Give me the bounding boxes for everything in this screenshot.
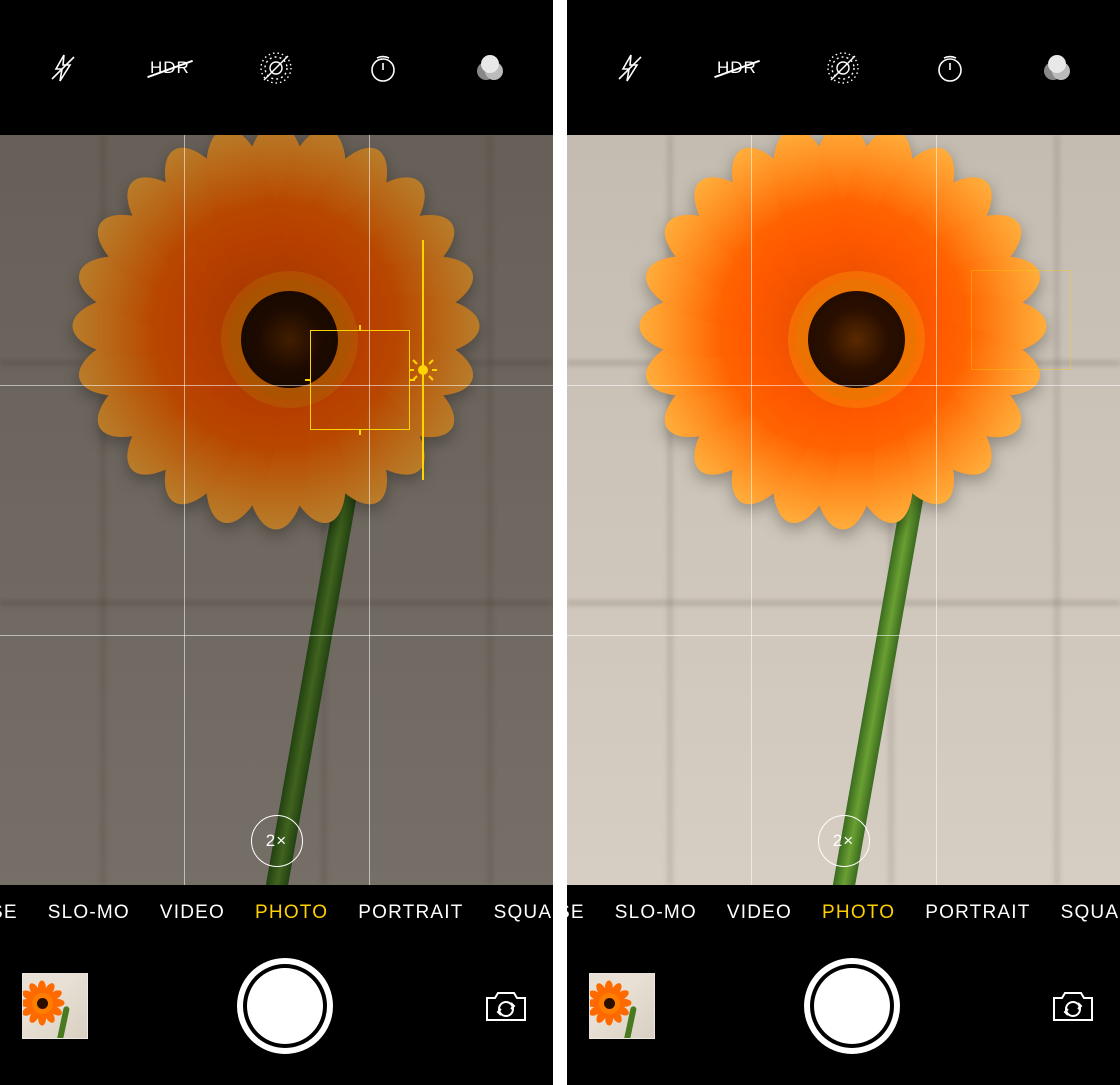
hdr-off-icon[interactable]: HDR — [150, 48, 190, 88]
timer-icon[interactable] — [930, 48, 970, 88]
mode-carousel[interactable]: SE SLO-MO VIDEO PHOTO PORTRAIT SQUARE — [0, 885, 553, 941]
focus-indicator[interactable] — [310, 330, 410, 430]
zoom-toggle[interactable]: 2× — [251, 815, 303, 867]
zoom-label: 2× — [833, 831, 854, 851]
filters-icon[interactable] — [470, 48, 510, 88]
zoom-label: 2× — [266, 831, 287, 851]
viewfinder[interactable]: 2× — [0, 135, 553, 885]
bottom-controls: SE SLO-MO VIDEO PHOTO PORTRAIT SQUARE — [0, 885, 553, 1085]
last-photo-thumbnail[interactable] — [589, 973, 655, 1039]
shutter-button[interactable] — [237, 958, 333, 1054]
grid-line — [0, 385, 553, 386]
hdr-off-icon[interactable]: HDR — [717, 48, 757, 88]
exposure-dark-overlay — [0, 135, 553, 885]
mode-carousel[interactable]: SE SLO-MO VIDEO PHOTO PORTRAIT SQUARE — [567, 885, 1120, 941]
last-photo-thumbnail[interactable] — [22, 973, 88, 1039]
grid-line — [936, 135, 937, 885]
switch-camera-button[interactable] — [1048, 986, 1098, 1026]
focus-indicator-faint[interactable] — [971, 270, 1071, 370]
top-controls: HDR — [0, 0, 553, 135]
sun-icon — [409, 356, 437, 384]
mode-item[interactable]: SQUARE — [1061, 902, 1120, 924]
mode-item[interactable]: SLO-MO — [48, 902, 130, 924]
mode-item[interactable]: PORTRAIT — [358, 902, 463, 924]
switch-camera-button[interactable] — [481, 986, 531, 1026]
grid-line — [567, 385, 1120, 386]
bottom-controls: SE SLO-MO VIDEO PHOTO PORTRAIT SQUARE — [567, 885, 1120, 1085]
top-controls: HDR — [567, 0, 1120, 135]
mode-item-active[interactable]: PHOTO — [255, 902, 328, 924]
mode-item[interactable]: SLO-MO — [615, 902, 697, 924]
mode-item[interactable]: SQUARE — [494, 902, 553, 924]
timer-icon[interactable] — [363, 48, 403, 88]
mode-item[interactable]: VIDEO — [727, 902, 792, 924]
grid-line — [751, 135, 752, 885]
flash-off-icon[interactable] — [43, 48, 83, 88]
mode-item[interactable]: PORTRAIT — [925, 902, 1030, 924]
live-photo-off-icon[interactable] — [256, 48, 296, 88]
viewfinder[interactable]: 2× — [567, 135, 1120, 885]
live-photo-off-icon[interactable] — [823, 48, 863, 88]
filters-icon[interactable] — [1037, 48, 1077, 88]
hdr-label: HDR — [717, 58, 757, 78]
camera-screen-left: HDR — [0, 0, 553, 1085]
flash-off-icon[interactable] — [610, 48, 650, 88]
mode-item[interactable]: VIDEO — [160, 902, 225, 924]
mode-item[interactable]: SE — [0, 902, 18, 924]
mode-item[interactable]: SE — [567, 902, 585, 924]
hdr-label: HDR — [150, 58, 190, 78]
shutter-button[interactable] — [804, 958, 900, 1054]
camera-screen-right: HDR — [567, 0, 1120, 1085]
grid-line — [369, 135, 370, 885]
grid-line — [567, 635, 1120, 636]
mode-item-active[interactable]: PHOTO — [822, 902, 895, 924]
grid-line — [184, 135, 185, 885]
zoom-toggle[interactable]: 2× — [818, 815, 870, 867]
grid-line — [0, 635, 553, 636]
exposure-slider[interactable] — [422, 240, 424, 480]
